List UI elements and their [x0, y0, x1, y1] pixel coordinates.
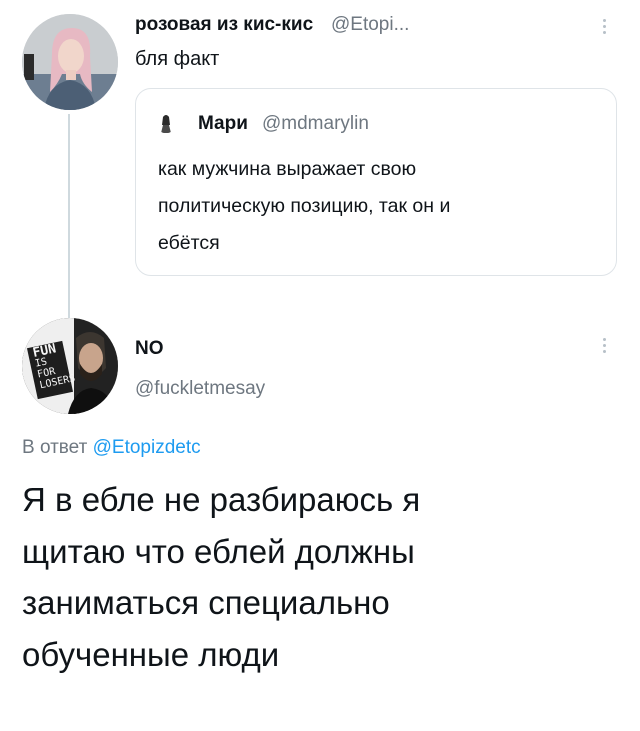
- reply-handle-link[interactable]: @Etopizdetc: [93, 437, 201, 458]
- quoted-text-line: как мужчина выражает свою: [158, 158, 417, 180]
- quoted-text-line: ебётся: [158, 232, 220, 254]
- tweet2-handle[interactable]: @fuckletmesay: [135, 378, 265, 400]
- tweet2-text-line: щитаю что еблей должны: [22, 532, 415, 570]
- tweet2-text: Я в ебле не разбираюсь я щитаю что еблей…: [22, 474, 420, 680]
- more-options-icon[interactable]: [601, 338, 607, 353]
- avatar-tweet2[interactable]: FUN IS FOR LOSERS: [22, 318, 118, 414]
- reply-prefix: В ответ: [22, 437, 88, 458]
- tweet1-display-name[interactable]: розовая из кис-кис: [135, 14, 313, 36]
- tweet1-handle[interactable]: @Etopi...: [331, 14, 409, 36]
- avatar-photo-icon: [22, 14, 118, 110]
- thread-connector-line: [68, 114, 70, 328]
- quoted-text-line: политическую позицию, так он и: [158, 195, 451, 217]
- reply-context: В ответ @Etopizdetc: [22, 437, 201, 459]
- quoted-avatar-photo-icon: [161, 115, 171, 133]
- tweet2-display-name[interactable]: NO: [135, 338, 164, 360]
- quoted-display-name[interactable]: Мари: [198, 113, 248, 135]
- quoted-tweet-card[interactable]: Мари @mdmarylin как мужчина выражает сво…: [135, 88, 617, 276]
- more-options-icon[interactable]: [601, 19, 607, 34]
- avatar-tweet1[interactable]: [22, 14, 118, 110]
- tweet2-text-line: обученные люди: [22, 635, 280, 673]
- tweet2-text-line: заниматься специально: [22, 584, 390, 621]
- quoted-text: как мужчина выражает свою политическую п…: [158, 151, 450, 262]
- quoted-handle[interactable]: @mdmarylin: [262, 113, 369, 135]
- tweet1-text: бля факт: [135, 48, 220, 70]
- quoted-avatar[interactable]: [158, 113, 174, 133]
- tweet2-text-line: Я в ебле не разбираюсь я: [22, 481, 421, 518]
